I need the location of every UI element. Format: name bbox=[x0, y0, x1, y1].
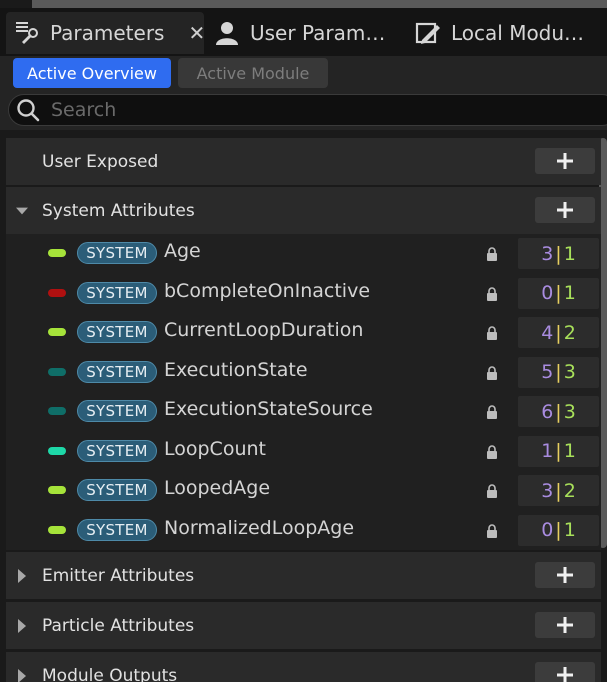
parameters-list-icon bbox=[14, 20, 40, 46]
system-badge: SYSTEM bbox=[77, 360, 157, 383]
active-overview-button[interactable]: Active Overview bbox=[13, 58, 171, 88]
close-icon[interactable]: ✕ bbox=[188, 21, 205, 45]
system-badge: SYSTEM bbox=[77, 400, 157, 422]
lock-icon bbox=[486, 286, 498, 301]
plus-icon bbox=[557, 202, 573, 218]
plus-icon bbox=[557, 667, 573, 682]
lock-icon bbox=[486, 365, 498, 380]
type-color-pip bbox=[48, 367, 66, 376]
system-badge: SYSTEM bbox=[77, 321, 157, 343]
tab-parameters[interactable]: Parameters ✕ bbox=[6, 12, 205, 54]
parameter-row[interactable]: SYSTEM CurrentLoopDuration 4 | 2 bbox=[6, 313, 601, 353]
reference-count[interactable]: 4 | 2 bbox=[518, 317, 599, 348]
type-color-pip bbox=[48, 407, 66, 415]
parameter-row[interactable]: SYSTEM Age 3 | 1 bbox=[6, 234, 601, 274]
category-particle-attributes[interactable]: Particle Attributes bbox=[6, 602, 601, 649]
parameters-panel: User Exposed System Attributes SYSTEM Ag… bbox=[0, 130, 607, 682]
top-scrollbar[interactable] bbox=[32, 0, 607, 8]
lock-icon bbox=[486, 246, 498, 261]
type-color-pip bbox=[48, 249, 66, 257]
reference-count[interactable]: 5 | 3 bbox=[518, 356, 599, 388]
category-label: Particle Attributes bbox=[42, 615, 195, 636]
category-module-outputs[interactable]: Module Outputs bbox=[6, 652, 601, 682]
add-user-exposed-button[interactable] bbox=[535, 148, 595, 174]
system-badge: SYSTEM bbox=[77, 439, 157, 462]
system-badge: SYSTEM bbox=[77, 281, 157, 304]
category-label: Emitter Attributes bbox=[42, 565, 195, 586]
top-strip bbox=[0, 0, 607, 8]
add-system-attribute-button[interactable] bbox=[535, 197, 595, 223]
category-system-attributes[interactable]: System Attributes bbox=[6, 187, 601, 234]
category-label: Module Outputs bbox=[42, 665, 178, 682]
user-icon bbox=[214, 20, 240, 46]
chevron-down-icon[interactable] bbox=[16, 205, 28, 217]
parameter-row[interactable]: SYSTEM ExecutionState 5 | 3 bbox=[6, 352, 601, 392]
system-badge: SYSTEM bbox=[77, 242, 157, 264]
lock-icon bbox=[486, 404, 498, 419]
category-user-exposed[interactable]: User Exposed bbox=[6, 138, 601, 185]
parameter-name: Age bbox=[164, 240, 201, 262]
parameter-name: ExecutionStateSource bbox=[164, 398, 373, 420]
type-color-pip bbox=[48, 525, 66, 534]
chevron-right-icon[interactable] bbox=[16, 618, 28, 633]
parameter-name: LoopedAge bbox=[164, 477, 271, 499]
search-input[interactable] bbox=[51, 99, 451, 121]
reference-count[interactable]: 0 | 1 bbox=[518, 277, 599, 309]
reference-count[interactable]: 6 | 3 bbox=[518, 396, 599, 427]
parameter-row[interactable]: SYSTEM ExecutionStateSource 6 | 3 bbox=[6, 392, 601, 432]
tab-user-parameters[interactable]: User Param… bbox=[214, 12, 404, 54]
parameter-row[interactable]: SYSTEM LoopedAge 3 | 2 bbox=[6, 471, 601, 511]
add-module-output-button[interactable] bbox=[535, 662, 595, 682]
type-color-pip bbox=[48, 328, 66, 336]
parameter-name: LoopCount bbox=[164, 437, 266, 460]
lock-icon bbox=[486, 483, 498, 498]
parameter-name: ExecutionState bbox=[164, 358, 308, 381]
chevron-right-icon[interactable] bbox=[16, 668, 28, 682]
lock-icon bbox=[486, 444, 498, 459]
view-toggle: Active Overview Active Module bbox=[0, 56, 607, 92]
system-badge: SYSTEM bbox=[77, 479, 157, 501]
tab-bar: Parameters ✕ User Param… Local Modu… bbox=[0, 8, 607, 56]
local-module-icon bbox=[415, 20, 441, 46]
parameter-name: NormalizedLoopAge bbox=[164, 516, 355, 539]
search-bar bbox=[0, 92, 607, 130]
parameter-name: CurrentLoopDuration bbox=[164, 319, 364, 341]
lock-icon bbox=[486, 325, 498, 340]
search-box[interactable] bbox=[8, 94, 607, 126]
parameter-name: bCompleteOnInactive bbox=[164, 279, 371, 302]
type-color-pip bbox=[48, 288, 66, 297]
tab-label: Local Modu… bbox=[451, 21, 585, 45]
reference-count[interactable]: 0 | 1 bbox=[518, 514, 599, 546]
plus-icon bbox=[557, 153, 573, 169]
category-label: User Exposed bbox=[42, 151, 159, 172]
reference-count[interactable]: 3 | 2 bbox=[518, 475, 599, 506]
tab-label: User Param… bbox=[250, 21, 386, 45]
parameter-row[interactable]: SYSTEM LoopCount 1 | 1 bbox=[6, 431, 601, 471]
add-particle-attribute-button[interactable] bbox=[535, 612, 595, 638]
active-module-button[interactable]: Active Module bbox=[178, 58, 328, 88]
type-color-pip bbox=[48, 446, 66, 455]
tab-local-modules[interactable]: Local Modu… bbox=[415, 12, 605, 54]
category-label: System Attributes bbox=[42, 200, 195, 221]
chevron-right-icon[interactable] bbox=[16, 568, 28, 583]
plus-icon bbox=[557, 617, 573, 633]
lock-icon bbox=[486, 523, 498, 538]
type-color-pip bbox=[48, 486, 66, 494]
tab-label: Parameters bbox=[50, 21, 165, 45]
parameter-row[interactable]: SYSTEM NormalizedLoopAge 0 | 1 bbox=[6, 510, 601, 550]
parameter-row[interactable]: SYSTEM bCompleteOnInactive 0 | 1 bbox=[6, 273, 601, 313]
category-emitter-attributes[interactable]: Emitter Attributes bbox=[6, 552, 601, 599]
add-emitter-attribute-button[interactable] bbox=[535, 562, 595, 588]
system-badge: SYSTEM bbox=[77, 518, 157, 541]
reference-count[interactable]: 1 | 1 bbox=[518, 435, 599, 467]
search-icon bbox=[15, 97, 41, 123]
reference-count[interactable]: 3 | 1 bbox=[518, 238, 599, 269]
plus-icon bbox=[557, 567, 573, 583]
